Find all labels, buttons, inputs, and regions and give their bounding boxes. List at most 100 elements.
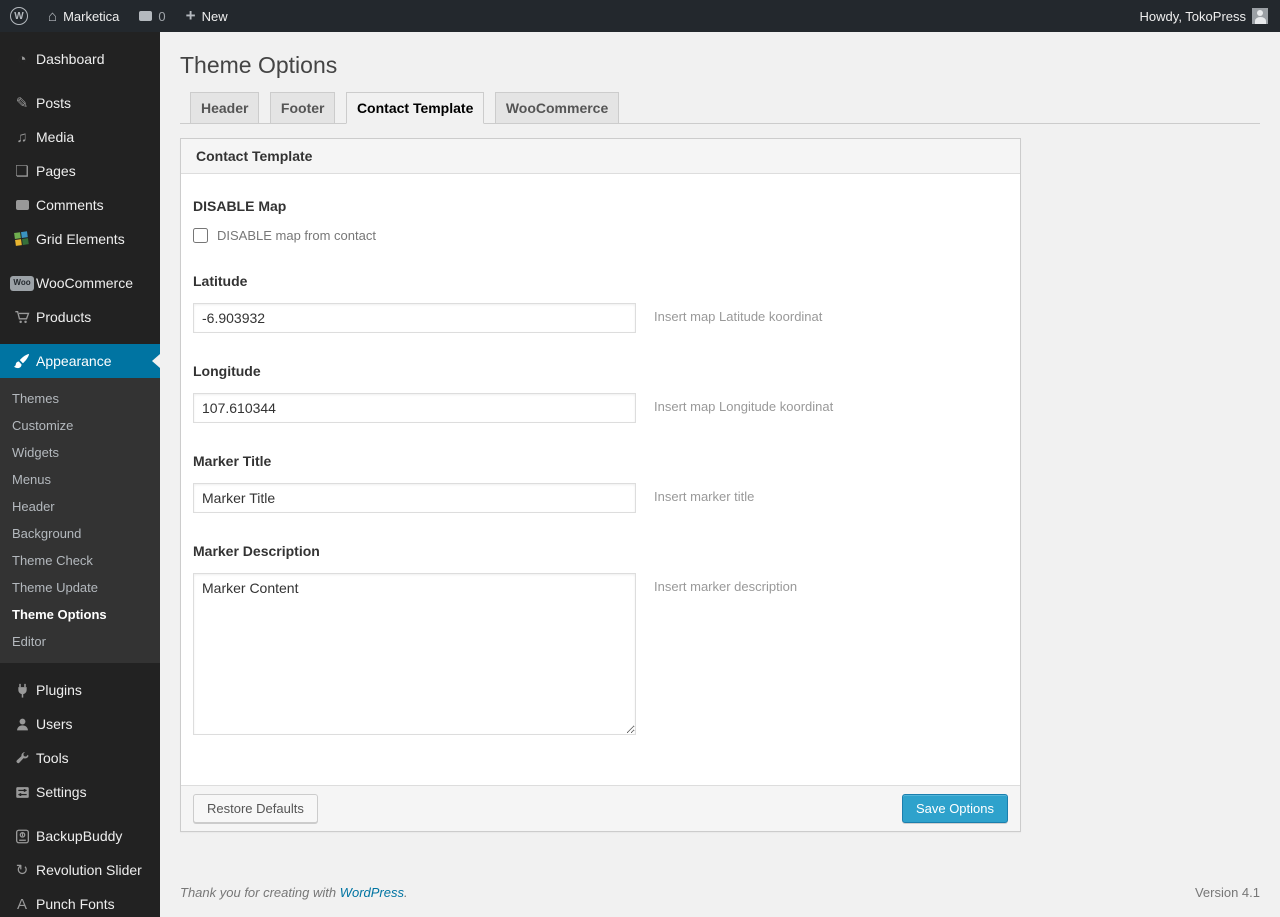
longitude-field: Longitude Insert map Longitude koordinat	[193, 363, 1008, 423]
wordpress-logo-icon: W	[10, 7, 28, 25]
marker-title-input[interactable]	[193, 483, 636, 513]
menu-separator	[0, 809, 160, 819]
sidebar-item-label: Settings	[36, 784, 87, 800]
sidebar-item-tools[interactable]: Tools	[0, 741, 160, 775]
menu-separator	[0, 663, 160, 673]
sidebar-item-label: Posts	[36, 95, 72, 111]
sidebar-item-media[interactable]: ♫ Media	[0, 120, 160, 154]
plus-icon: +	[185, 5, 196, 25]
latitude-input[interactable]	[193, 303, 636, 333]
paintbrush-icon	[8, 353, 36, 369]
sidebar-item-backupbuddy[interactable]: BackupBuddy	[0, 819, 160, 853]
pushpin-icon: ✎	[15, 94, 29, 112]
sidebar-item-woocommerce[interactable]: Woo WooCommerce	[0, 266, 160, 300]
latitude-field: Latitude Insert map Latitude koordinat	[193, 273, 1008, 333]
sidebar-item-punch-fonts[interactable]: A Punch Fonts	[0, 887, 160, 917]
restore-defaults-button[interactable]: Restore Defaults	[193, 794, 318, 823]
submenu-item-customize[interactable]: Customize	[0, 412, 160, 439]
comment-bubble-icon	[139, 11, 153, 21]
gauge-icon: ◔	[17, 50, 27, 68]
submenu-item-background[interactable]: Background	[0, 520, 160, 547]
footer-thanks-suffix: .	[404, 885, 408, 900]
sidebar-item-label: Punch Fonts	[36, 896, 115, 912]
submenu-item-theme-options[interactable]: Theme Options	[0, 601, 160, 628]
submenu-item-theme-check[interactable]: Theme Check	[0, 547, 160, 574]
wordpress-link[interactable]: WordPress	[340, 885, 404, 900]
sidebar-item-posts[interactable]: ✎ Posts	[0, 86, 160, 120]
sidebar-item-revolution-slider[interactable]: ↻ Revolution Slider	[0, 853, 160, 887]
sidebar-item-label: Tools	[36, 750, 69, 766]
admin-sidebar: ◔ Dashboard ✎ Posts ♫ Media ❏ Pages Comm…	[0, 32, 160, 917]
circular-arrows-icon: ↻	[15, 861, 29, 879]
save-options-button[interactable]: Save Options	[901, 794, 1008, 823]
disable-map-field: DISABLE Map DISABLE map from contact	[193, 198, 1008, 243]
tab-bar: Header Footer Contact Template WooCommer…	[180, 92, 1260, 124]
sidebar-item-label: Users	[36, 716, 73, 732]
submenu-item-editor[interactable]: Editor	[0, 628, 160, 655]
submenu-item-header[interactable]: Header	[0, 493, 160, 520]
tab-header[interactable]: Header	[190, 92, 260, 123]
woo-badge-icon: Woo	[8, 275, 36, 291]
account-menu[interactable]: Howdy, TokoPress	[1130, 0, 1268, 32]
sidebar-item-dashboard[interactable]: ◔ Dashboard	[0, 42, 160, 76]
sidebar-item-label: WooCommerce	[36, 275, 133, 291]
comments-count: 0	[158, 8, 166, 24]
comments-shortcut[interactable]: 0	[129, 0, 175, 32]
music-note-icon: ♫	[16, 128, 28, 146]
sidebar-item-label: Comments	[36, 197, 104, 213]
sidebar-item-users[interactable]: Users	[0, 707, 160, 741]
submenu-item-menus[interactable]: Menus	[0, 466, 160, 493]
stacked-pages-icon: ❏	[15, 162, 29, 180]
wrench-icon	[8, 751, 36, 766]
sidebar-item-comments[interactable]: Comments	[0, 188, 160, 222]
tab-woocommerce[interactable]: WooCommerce	[494, 92, 620, 123]
admin-footer: Thank you for creating with WordPress. V…	[180, 885, 1260, 900]
sidebar-item-plugins[interactable]: Plugins	[0, 673, 160, 707]
longitude-input[interactable]	[193, 393, 636, 423]
sidebar-item-label: Plugins	[36, 682, 82, 698]
panel-title: Contact Template	[181, 139, 1020, 174]
latitude-hint: Insert map Latitude koordinat	[654, 309, 823, 324]
sidebar-item-label: Pages	[36, 163, 76, 179]
sidebar-item-appearance[interactable]: Appearance	[0, 344, 160, 378]
marker-title-field: Marker Title Insert marker title	[193, 453, 1008, 513]
avatar	[1252, 8, 1268, 24]
wordpress-logo-menu[interactable]: W	[0, 0, 38, 32]
longitude-label: Longitude	[193, 363, 261, 379]
main-content: Theme Options Header Footer Contact Temp…	[160, 32, 1280, 917]
sidebar-item-pages[interactable]: ❏ Pages	[0, 154, 160, 188]
backup-device-icon	[8, 829, 36, 844]
page-title: Theme Options	[180, 52, 338, 78]
admin-bar: W ⌂ Marketica 0 + New Howdy, TokoPress	[0, 0, 1280, 32]
menu-separator	[0, 76, 160, 86]
sidebar-item-label: Grid Elements	[36, 231, 125, 247]
tab-contact-template[interactable]: Contact Template	[345, 92, 485, 124]
person-icon	[8, 717, 36, 732]
letter-a-icon: A	[16, 895, 27, 913]
footer-thanks-text: Thank you for creating with WordPress.	[180, 885, 408, 900]
submenu-item-themes[interactable]: Themes	[0, 385, 160, 412]
marker-description-label: Marker Description	[193, 543, 320, 559]
sidebar-item-grid-elements[interactable]: Grid Elements	[0, 222, 160, 256]
sidebar-item-label: BackupBuddy	[36, 828, 123, 844]
sidebar-item-settings[interactable]: Settings	[0, 775, 160, 809]
submenu-item-theme-update[interactable]: Theme Update	[0, 574, 160, 601]
version-label: Version 4.1	[1194, 885, 1260, 900]
sidebar-item-label: Products	[36, 309, 92, 325]
speech-bubble-icon	[8, 200, 36, 210]
new-content-menu[interactable]: + New	[176, 0, 238, 32]
panel-body: DISABLE Map DISABLE map from contact Lat…	[181, 174, 1020, 785]
panel-footer: Restore Defaults Save Options	[181, 785, 1020, 831]
site-name-menu[interactable]: ⌂ Marketica	[38, 0, 129, 32]
disable-map-checkbox[interactable]	[193, 228, 208, 243]
sliders-icon	[8, 785, 36, 800]
sidebar-item-label: Appearance	[36, 353, 112, 369]
marker-description-field: Marker Description Marker Content Insert…	[193, 543, 1008, 735]
sidebar-item-label: Revolution Slider	[36, 862, 142, 878]
tab-footer[interactable]: Footer	[269, 92, 336, 123]
sidebar-item-products[interactable]: Products	[0, 300, 160, 334]
footer-thanks-prefix: Thank you for creating with	[180, 885, 340, 900]
contact-template-panel: Contact Template DISABLE Map DISABLE map…	[180, 138, 1021, 832]
marker-description-textarea[interactable]: Marker Content	[193, 573, 636, 735]
submenu-item-widgets[interactable]: Widgets	[0, 439, 160, 466]
